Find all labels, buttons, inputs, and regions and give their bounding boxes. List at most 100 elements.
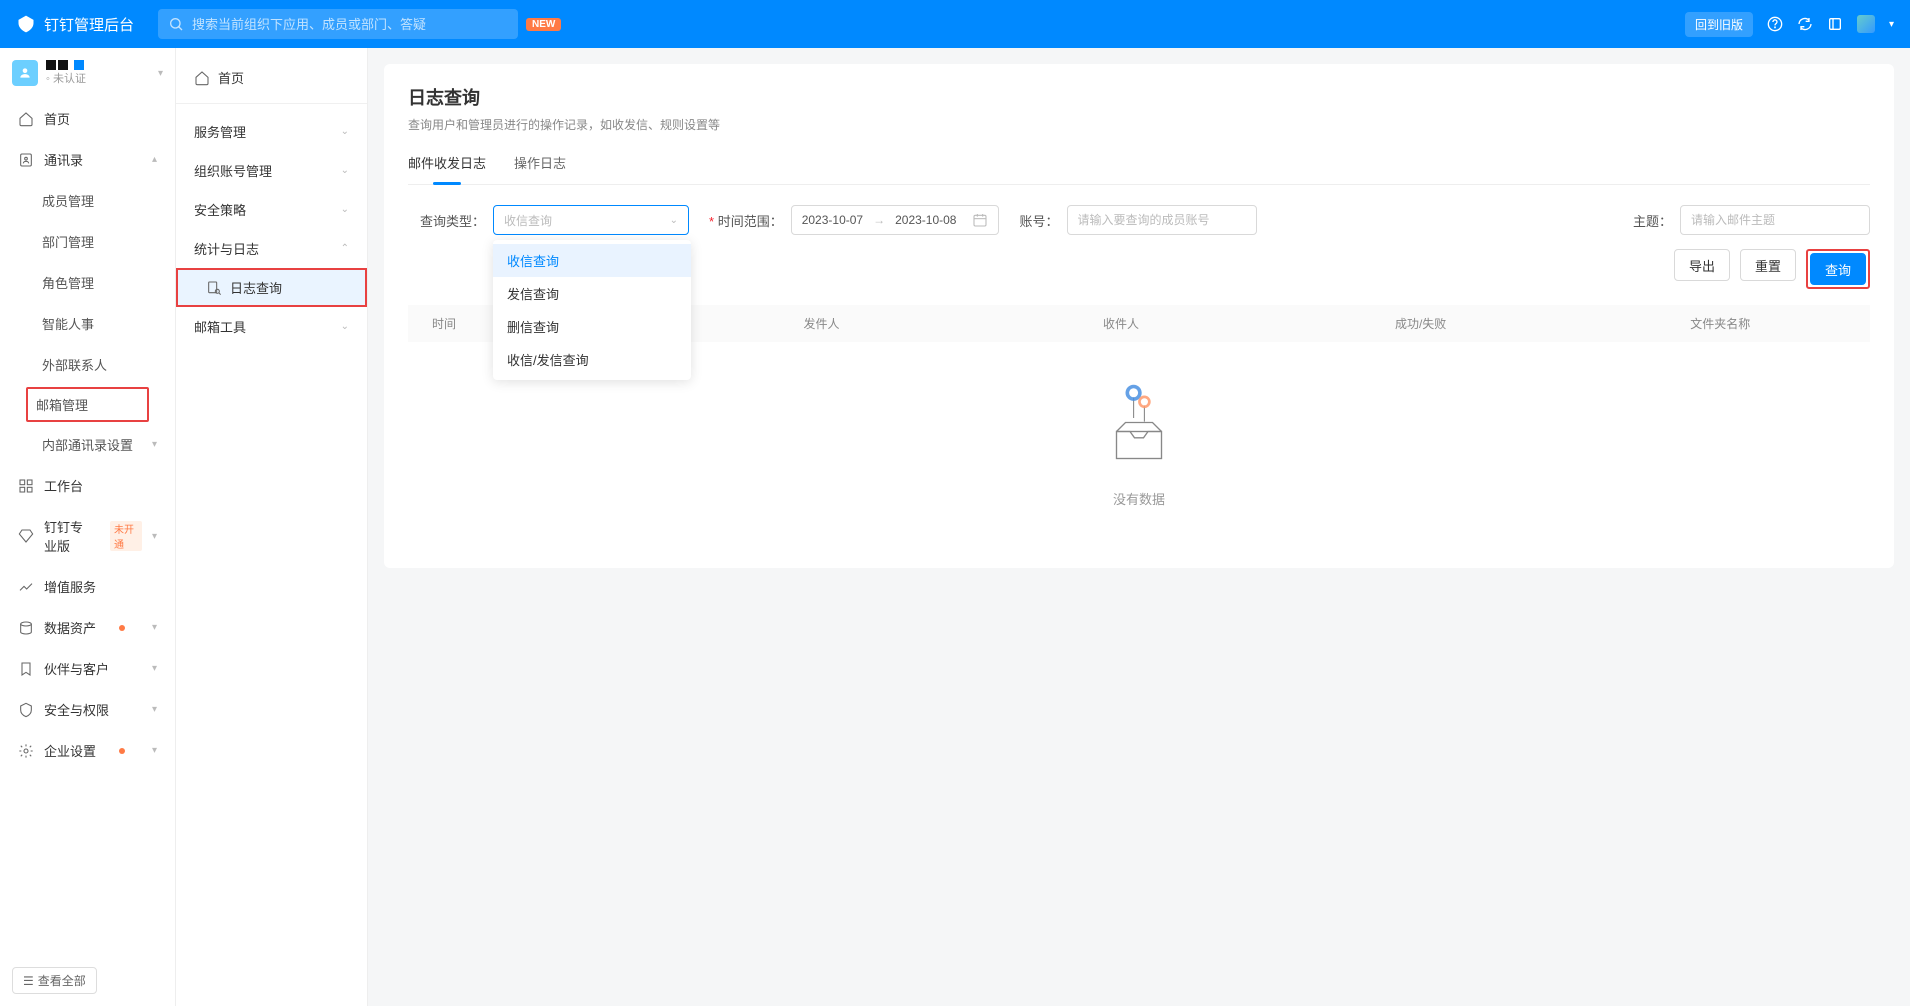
nav-smart-hr[interactable]: 智能人事 — [8, 303, 167, 344]
nav-pro-edition[interactable]: 钉钉专业版 未开通 ▾ — [8, 506, 167, 566]
query-button-highlight: 查询 — [1806, 249, 1870, 289]
search-input[interactable] — [192, 17, 508, 32]
chevron-down-icon: ▾ — [152, 439, 157, 450]
tabs: 邮件收发日志 操作日志 — [408, 153, 1870, 185]
date-start: 2023-10-07 — [802, 213, 863, 227]
contacts-icon — [18, 152, 34, 168]
subnav-security-policy[interactable]: 安全策略⌄ — [176, 190, 367, 229]
nav-workbench[interactable]: 工作台 — [8, 465, 167, 506]
nav-role-mgmt[interactable]: 角色管理 — [8, 262, 167, 303]
page-subtitle: 查询用户和管理员进行的操作记录，如收发信、规则设置等 — [408, 116, 1870, 133]
calendar-icon — [972, 212, 988, 228]
chevron-up-icon: ▴ — [152, 154, 157, 165]
dingtalk-logo-icon — [16, 14, 36, 34]
nav-data-assets[interactable]: 数据资产 ▾ — [8, 607, 167, 648]
col-status: 成功/失败 — [1271, 315, 1571, 332]
query-type-select[interactable]: 收信查询 ⌄ 收信查询 发信查询 删信查询 收信/发信查询 — [493, 205, 689, 235]
subject-input[interactable] — [1680, 205, 1870, 235]
logo-area: 钉钉管理后台 — [16, 14, 134, 35]
grid-icon — [18, 478, 34, 494]
global-search[interactable] — [158, 9, 518, 39]
query-button[interactable]: 查询 — [1810, 253, 1866, 285]
old-version-button[interactable]: 回到旧版 — [1685, 12, 1753, 37]
nav-security[interactable]: 安全与权限 ▾ — [8, 689, 167, 730]
query-type-label: 查询类型： — [420, 211, 485, 230]
subject-label: 主题： — [1633, 211, 1672, 230]
home-icon — [18, 111, 34, 127]
refresh-icon[interactable] — [1797, 16, 1813, 32]
new-badge: NEW — [526, 18, 561, 31]
query-type-dropdown: 收信查询 发信查询 删信查询 收信/发信查询 — [493, 240, 691, 380]
chevron-down-icon: ⌄ — [341, 204, 349, 215]
account-label: 账号： — [1019, 211, 1058, 230]
date-range-picker[interactable]: 2023-10-07 → 2023-10-08 — [791, 205, 1000, 235]
date-end: 2023-10-08 — [895, 213, 956, 227]
dropdown-option-receive[interactable]: 收信查询 — [493, 244, 691, 277]
main-content: 日志查询 查询用户和管理员进行的操作记录，如收发信、规则设置等 邮件收发日志 操… — [368, 48, 1910, 1006]
org-avatar-icon — [12, 60, 38, 86]
bookmark-icon — [18, 661, 34, 677]
nav-value-added[interactable]: 增值服务 — [8, 566, 167, 607]
org-status: ◦ 未认证 — [46, 70, 150, 86]
home-icon — [194, 70, 210, 86]
subnav-service-mgmt[interactable]: 服务管理⌄ — [176, 112, 367, 151]
help-icon[interactable] — [1767, 16, 1783, 32]
col-folder: 文件夹名称 — [1570, 315, 1870, 332]
notification-dot — [119, 625, 125, 631]
nav-external-contacts[interactable]: 外部联系人 — [8, 344, 167, 385]
notification-dot — [119, 748, 125, 754]
arrow-icon: → — [873, 213, 885, 227]
export-button[interactable]: 导出 — [1674, 249, 1730, 281]
top-header: 钉钉管理后台 NEW 回到旧版 ▾ — [0, 0, 1910, 48]
database-icon — [18, 620, 34, 636]
chevron-down-icon: ⌄ — [341, 165, 349, 176]
subnav-log-query[interactable]: 日志查询 — [176, 268, 367, 307]
empty-illustration-icon — [1094, 382, 1184, 472]
chevron-down-icon: ▾ — [152, 704, 157, 715]
reset-button[interactable]: 重置 — [1740, 249, 1796, 281]
view-all-button[interactable]: ☰ 查看全部 — [12, 967, 97, 994]
tab-operation-log[interactable]: 操作日志 — [514, 153, 566, 184]
search-icon — [168, 16, 184, 32]
empty-text: 没有数据 — [408, 489, 1870, 508]
sub-sidebar: 首页 服务管理⌄ 组织账号管理⌄ 安全策略⌄ 统计与日志⌃ 日志查询 邮箱工具⌄ — [176, 48, 368, 1006]
chevron-down-icon: ⌄ — [341, 321, 349, 332]
chevron-down-icon[interactable]: ▾ — [1889, 19, 1894, 30]
filter-row: 查询类型： 收信查询 ⌄ 收信查询 发信查询 删信查询 收信/发信查询 时间范围… — [408, 205, 1870, 235]
tab-mail-log[interactable]: 邮件收发日志 — [408, 153, 486, 184]
nav-member-mgmt[interactable]: 成员管理 — [8, 180, 167, 221]
nav-enterprise-settings[interactable]: 企业设置 ▾ — [8, 730, 167, 771]
nav-dept-mgmt[interactable]: 部门管理 — [8, 221, 167, 262]
subnav-home[interactable]: 首页 — [176, 60, 367, 104]
shield-icon — [18, 702, 34, 718]
org-name — [46, 60, 150, 70]
dropdown-option-delete[interactable]: 删信查询 — [493, 310, 691, 343]
chevron-down-icon: ▾ — [152, 531, 157, 542]
chevron-down-icon: ▾ — [152, 663, 157, 674]
nav-mail-mgmt[interactable]: 邮箱管理 — [26, 387, 149, 422]
user-avatar[interactable] — [1857, 15, 1875, 33]
date-range-label: 时间范围： — [709, 211, 783, 230]
header-right: 回到旧版 ▾ — [1685, 12, 1894, 37]
dropdown-option-receive-send[interactable]: 收信/发信查询 — [493, 343, 691, 376]
chevron-up-icon: ⌃ — [341, 243, 349, 254]
nav-partners[interactable]: 伙伴与客户 ▾ — [8, 648, 167, 689]
chevron-down-icon: ▾ — [152, 622, 157, 633]
chevron-down-icon: ⌄ — [670, 215, 678, 226]
col-recipient: 收件人 — [971, 315, 1271, 332]
chart-icon — [18, 579, 34, 595]
subnav-stats-logs[interactable]: 统计与日志⌃ — [176, 229, 367, 268]
diamond-icon — [18, 528, 34, 544]
nav-home[interactable]: 首页 — [8, 98, 167, 139]
nav-contacts[interactable]: 通讯录 ▴ — [8, 139, 167, 180]
org-selector[interactable]: ◦ 未认证 ▾ — [0, 48, 175, 98]
subnav-mailbox-tools[interactable]: 邮箱工具⌄ — [176, 307, 367, 346]
chevron-down-icon: ▾ — [152, 745, 157, 756]
col-sender: 发件人 — [672, 315, 972, 332]
page-title: 日志查询 — [408, 84, 1870, 110]
expand-icon[interactable] — [1827, 16, 1843, 32]
account-input[interactable] — [1067, 205, 1257, 235]
subnav-org-account[interactable]: 组织账号管理⌄ — [176, 151, 367, 190]
nav-internal-contacts-setting[interactable]: 内部通讯录设置▾ — [8, 424, 167, 465]
dropdown-option-send[interactable]: 发信查询 — [493, 277, 691, 310]
